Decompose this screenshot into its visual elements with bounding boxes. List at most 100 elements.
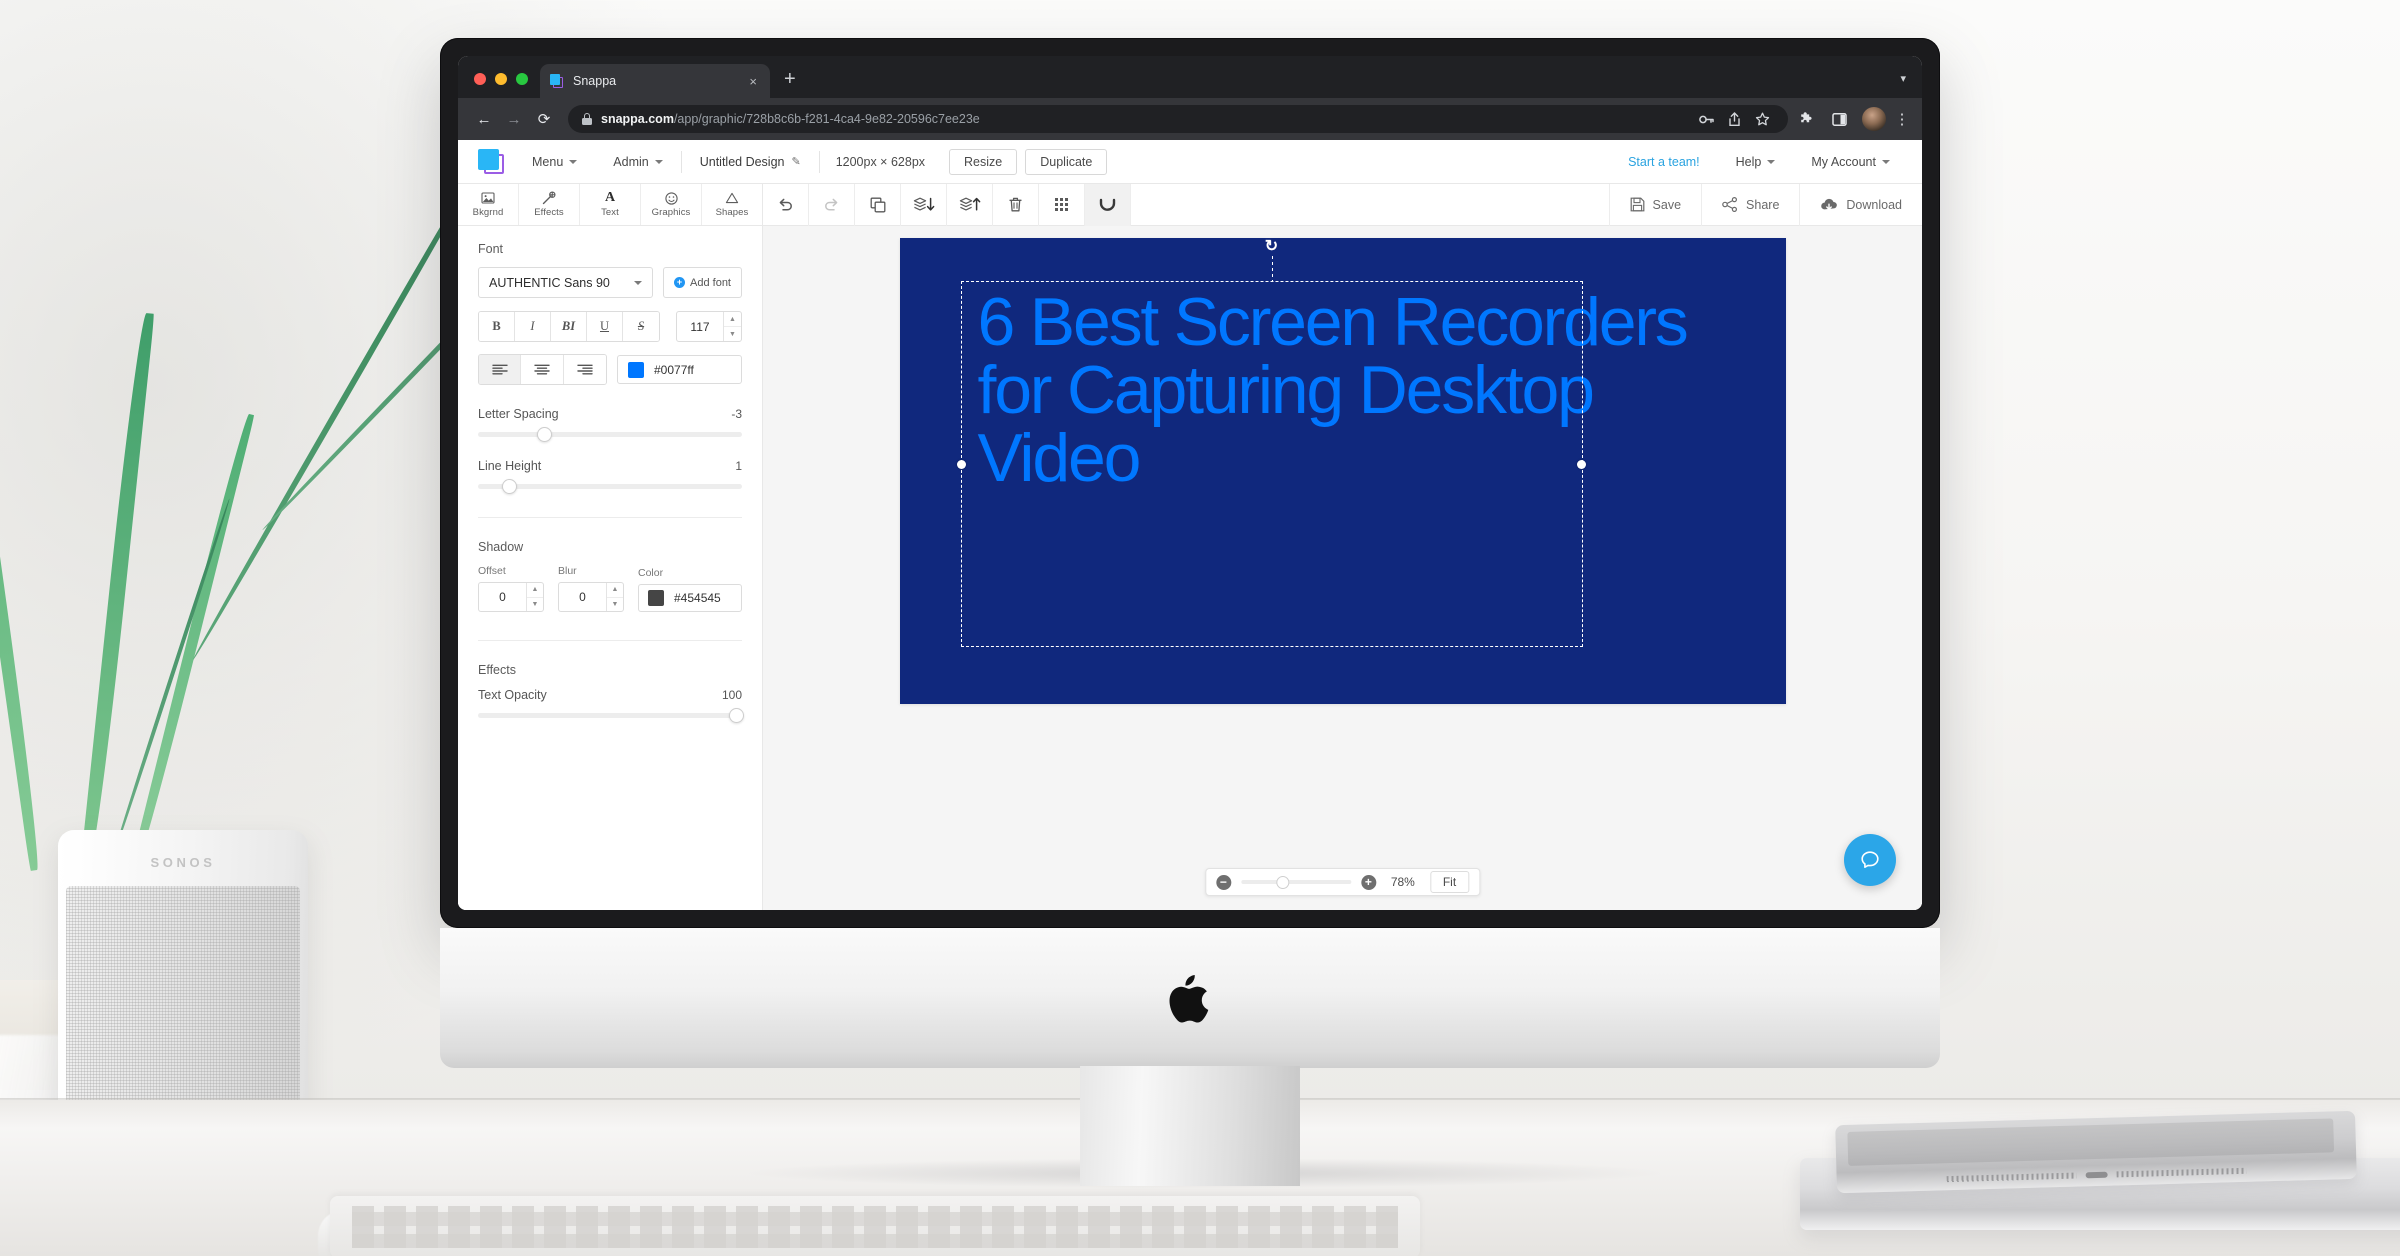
reload-button[interactable]: ⟳ [530,105,558,133]
shadow-offset-decrement[interactable]: ▼ [527,598,543,612]
curve-text-button[interactable] [1085,183,1131,226]
keyboard-keys [352,1206,1398,1248]
send-backward-button[interactable] [901,183,947,226]
shadow-offset-value[interactable]: 0 [479,583,526,611]
italic-button[interactable]: I [515,312,551,341]
redo-button[interactable] [809,183,855,226]
shadow-blur-stepper[interactable]: 0 ▲ ▼ [558,582,624,612]
selection-box[interactable]: ↻ [957,238,1586,647]
font-size-value[interactable]: 117 [677,312,723,341]
shadow-offset-increment[interactable]: ▲ [527,583,543,598]
support-beacon-button[interactable] [1844,834,1896,886]
text-properties-panel: Font AUTHENTIC Sans 90 + Add font B I BI… [458,226,763,910]
tool-tab-text[interactable]: A Text [580,184,641,225]
text-opacity-slider[interactable] [478,708,745,723]
menu-dropdown[interactable]: Menu [514,140,595,184]
font-family-select[interactable]: AUTHENTIC Sans 90 [478,267,654,298]
plus-circle-icon: + [674,277,686,288]
line-height-knob[interactable] [502,479,518,494]
kebab-menu-icon[interactable]: ⋮ [1894,110,1910,128]
share-button[interactable]: Share [1701,183,1799,226]
duplicate-layer-button[interactable] [855,183,901,226]
chevron-down-icon [654,159,663,164]
tool-tab-graphics[interactable]: Graphics [641,184,702,225]
rotate-icon[interactable]: ↻ [1263,238,1281,256]
undo-button[interactable] [763,183,809,226]
font-size-decrement[interactable]: ▼ [724,327,741,341]
side-panel-icon[interactable] [1826,106,1852,132]
share-icon[interactable] [1722,107,1746,131]
font-size-increment[interactable]: ▲ [724,312,741,327]
text-color-picker[interactable]: #0077ff [617,355,742,384]
tool-tab-bkgrnd[interactable]: Bkgrnd [458,184,519,225]
letter-spacing-slider[interactable] [478,427,742,442]
text-opacity-knob[interactable] [729,708,745,723]
address-bar[interactable]: snappa.com/app/graphic/728b8c6b-f281-4ca… [568,105,1788,133]
zoom-fit-button[interactable]: Fit [1429,871,1470,893]
close-window-button[interactable] [474,73,486,85]
close-tab-button[interactable]: × [746,73,760,90]
forward-button[interactable]: → [500,105,528,133]
url-path: /app/graphic/728b8c6b-f281-4ca4-9e82-205… [673,112,980,126]
zoom-slider[interactable] [1240,875,1351,889]
underline-button[interactable]: U [587,312,623,341]
save-button[interactable]: Save [1608,183,1702,226]
font-section-title: Font [478,242,504,256]
window-traffic-lights [458,73,528,98]
chevron-down-icon [634,280,643,285]
chrome-browser-window: Snappa × + ▾ ← → ⟳ snappa.com/app/graphi… [458,56,1922,910]
align-center-button[interactable] [521,355,564,384]
selection-handle-right[interactable] [1577,459,1586,469]
design-canvas[interactable]: 6 Best Screen Recorders for Capturing De… [899,238,1786,704]
zoom-slider-knob[interactable] [1276,875,1290,889]
bring-forward-button[interactable] [947,183,993,226]
puzzle-icon[interactable] [1794,106,1820,132]
help-dropdown[interactable]: Help [1718,140,1794,184]
line-height-slider[interactable] [478,479,742,494]
duplicate-design-button[interactable]: Duplicate [1025,148,1108,175]
back-button[interactable]: ← [470,105,498,133]
bold-button[interactable]: B [479,312,515,341]
document-title[interactable]: Untitled Design ✎ [682,140,819,184]
grid-button[interactable] [1039,183,1085,226]
strikethrough-button[interactable]: S [623,312,659,341]
letter-spacing-knob[interactable] [536,427,552,442]
profile-avatar[interactable] [1862,107,1886,131]
align-left-button[interactable] [479,355,522,384]
download-button[interactable]: Download [1799,183,1922,226]
cloud-download-icon [1820,198,1838,212]
font-size-stepper[interactable]: 117 ▲ ▼ [676,311,742,342]
align-right-button[interactable] [563,355,606,384]
minimize-window-button[interactable] [495,73,507,85]
tool-tab-effects[interactable]: Effects [519,184,580,225]
shadow-offset-stepper[interactable]: 0 ▲ ▼ [478,582,544,612]
line-height-label: Line Height [478,459,542,473]
start-a-team-link[interactable]: Start a team! [1610,155,1718,169]
delete-button[interactable] [993,183,1039,226]
canvas-workspace[interactable]: 6 Best Screen Recorders for Capturing De… [763,226,1922,910]
zoom-out-button[interactable]: − [1215,874,1231,890]
tool-tab-shapes[interactable]: Shapes [702,184,762,225]
bold-italic-button[interactable]: BI [551,312,587,341]
selection-handle-left[interactable] [957,459,966,469]
admin-dropdown[interactable]: Admin [595,140,680,184]
new-tab-button[interactable]: + [784,69,796,89]
zoom-in-button[interactable]: + [1360,874,1376,890]
maximize-window-button[interactable] [516,73,528,85]
key-icon[interactable] [1694,107,1718,131]
add-font-button[interactable]: + Add font [663,267,742,298]
tab-search-chevron-down-icon[interactable]: ▾ [1900,72,1922,98]
shadow-blur-decrement[interactable]: ▼ [607,598,623,612]
snappa-logo[interactable] [468,140,514,184]
browser-tab-snappa[interactable]: Snappa × [540,64,770,98]
pencil-icon[interactable]: ✎ [791,155,800,168]
shadow-color-picker[interactable]: #454545 [638,584,742,612]
shadow-blur-increment[interactable]: ▲ [607,583,623,598]
my-account-label: My Account [1811,154,1876,169]
shadow-blur-value[interactable]: 0 [559,583,606,611]
resize-button[interactable]: Resize [949,148,1018,175]
toolbar-actions: Save Share Download [1608,183,1922,226]
tool-tab-label: Text [601,207,619,218]
my-account-dropdown[interactable]: My Account [1793,140,1908,184]
star-icon[interactable] [1750,107,1774,131]
